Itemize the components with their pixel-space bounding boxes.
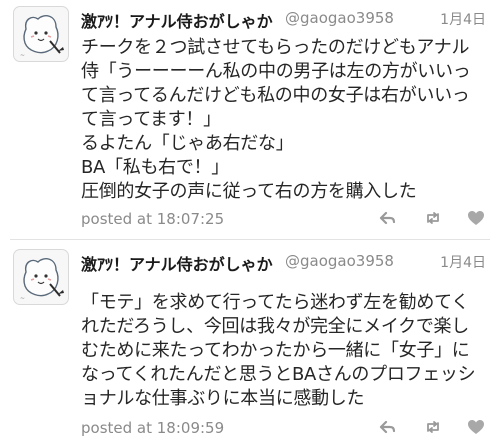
tweet-text-line: 「モテ」を求めて行ってたら迷わず左を勧めてく [81,292,469,313]
tweet-text: 「モテ」を求めて行ってたら迷わず左を勧めてく れただろうし、今回は我々が完全にメ… [81,291,486,411]
avatar[interactable]: ~ [13,249,69,305]
tweet-text-line: チークを２つ試させてもらったのだけどもアナル [81,37,470,58]
tweet-text: チークを２つ試させてもらったのだけどもアナル 侍「うーーーーん私の中の男子は左の… [81,36,486,204]
display-name[interactable]: 激ｱﾂ！アナル侍おがしゃか [81,251,273,275]
avatar-illustration: ~ [20,15,64,59]
favorite-icon[interactable] [466,208,486,228]
tweet-text-line: 圧倒的女子の声に従って右の方を購入した [81,181,417,202]
tweet-text-line: て言ってるんだけども私の中の女子は右がいいっ [81,85,470,106]
display-name[interactable]: 激ｱﾂ！アナル侍おがしゃか [81,8,273,32]
user-handle[interactable]: @gaogao3958 [285,252,394,270]
svg-text:~: ~ [20,52,25,59]
tweet-text-line: むために来たってわかったから一緒に「女子」に [81,340,470,361]
tweet-text-line: なってくれたんだと思うとBAさんのプロフェッシ [81,364,476,385]
tweet-actions [378,208,488,228]
reply-icon[interactable] [378,208,398,228]
tweet-actions [378,417,488,437]
tweet-header: 激ｱﾂ！アナル侍おがしゃか @gaogao3958 1月4日 [81,251,486,275]
tweet-text-line: ョナルな仕事ぶりに本当に感動した [81,388,365,409]
user-handle[interactable]: @gaogao3958 [285,9,394,27]
tweet-text-line: れただろうし、今回は我々が完全にメイクで楽し [81,316,469,337]
tweet-1: ~ 激ｱﾂ！アナル侍おがしゃか @gaogao3958 1月4日 チークを２つ試… [0,0,500,236]
posted-timestamp: posted at 18:09:59 [81,419,225,437]
avatar[interactable]: ~ [13,6,69,62]
tweet-date[interactable]: 1月4日 [440,252,486,272]
tweet-date[interactable]: 1月4日 [440,9,486,29]
posted-timestamp: posted at 18:07:25 [81,210,225,228]
tweet-divider [10,239,490,240]
tweet-text-line: BA「私も右で！」 [81,157,229,178]
tweet-2: ~ 激ｱﾂ！アナル侍おがしゃか @gaogao3958 1月4日 「モテ」を求め… [0,243,500,440]
tweet-header: 激ｱﾂ！アナル侍おがしゃか @gaogao3958 1月4日 [81,8,486,32]
retweet-icon[interactable] [423,417,443,437]
avatar-illustration: ~ [20,258,64,302]
tweet-text-line: 侍「うーーーーん私の中の男子は左の方がいいっ [81,61,471,82]
tweet-text-line: るよたん「じゃあ右だな」 [81,133,294,154]
svg-text:~: ~ [20,295,25,302]
tweet-text-line: て言ってます！」 [81,109,221,130]
favorite-icon[interactable] [466,417,486,437]
retweet-icon[interactable] [423,208,443,228]
reply-icon[interactable] [378,417,398,437]
